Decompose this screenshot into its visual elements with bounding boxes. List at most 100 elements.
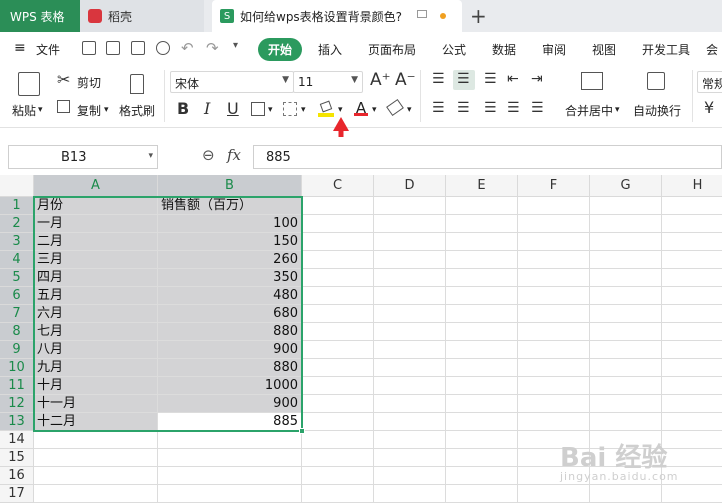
cell-d12[interactable]	[374, 395, 446, 413]
cell-e16[interactable]	[446, 467, 518, 485]
cell-e15[interactable]	[446, 449, 518, 467]
merge-center-icon[interactable]	[581, 72, 603, 90]
cell-f6[interactable]	[518, 287, 590, 305]
tab-more[interactable]: 会	[706, 41, 718, 58]
cell-e10[interactable]	[446, 359, 518, 377]
column-header-f[interactable]: F	[518, 175, 590, 197]
cell-c8[interactable]	[302, 323, 374, 341]
cell-e5[interactable]	[446, 269, 518, 287]
cell-a10[interactable]: 九月	[34, 359, 158, 377]
cell-g3[interactable]	[590, 233, 662, 251]
cell-h10[interactable]	[662, 359, 722, 377]
cell-e7[interactable]	[446, 305, 518, 323]
merge-center-button[interactable]: 合并居中	[565, 102, 613, 119]
cell-c7[interactable]	[302, 305, 374, 323]
cell-c16[interactable]	[302, 467, 374, 485]
font-color-dropdown-icon[interactable]: ▾	[372, 105, 377, 115]
column-header-b[interactable]: B	[158, 175, 302, 197]
cell-c9[interactable]	[302, 341, 374, 359]
column-header-a[interactable]: A	[34, 175, 158, 197]
font-color-icon[interactable]: A	[354, 99, 368, 117]
cell-c6[interactable]	[302, 287, 374, 305]
cut-button[interactable]: 剪切	[77, 74, 101, 91]
cell-c13[interactable]	[302, 413, 374, 431]
column-header-e[interactable]: E	[446, 175, 518, 197]
cell-b12[interactable]: 900	[158, 395, 302, 413]
cell-h12[interactable]	[662, 395, 722, 413]
cell-d14[interactable]	[374, 431, 446, 449]
cell-d6[interactable]	[374, 287, 446, 305]
row-header-5[interactable]: 5	[0, 269, 34, 287]
font-size-select[interactable]: 11 ▼	[293, 71, 363, 93]
redo-icon[interactable]: ↷	[206, 39, 219, 57]
decrease-indent-icon[interactable]: ⇤	[507, 71, 519, 87]
cell-d5[interactable]	[374, 269, 446, 287]
cell-c15[interactable]	[302, 449, 374, 467]
cell-a4[interactable]: 三月	[34, 251, 158, 269]
cell-b14[interactable]	[158, 431, 302, 449]
cell-a1[interactable]: 月份	[34, 197, 158, 215]
row-header-4[interactable]: 4	[0, 251, 34, 269]
wrap-text-icon[interactable]	[647, 72, 665, 90]
row-header-16[interactable]: 16	[0, 467, 34, 485]
cell-h3[interactable]	[662, 233, 722, 251]
distributed-icon[interactable]: ☰	[531, 100, 544, 116]
paste-dropdown-icon[interactable]: ▾	[38, 105, 43, 115]
copy-dropdown-icon[interactable]: ▾	[104, 105, 109, 115]
cell-b6[interactable]: 480	[158, 287, 302, 305]
cell-d15[interactable]	[374, 449, 446, 467]
cell-g12[interactable]	[590, 395, 662, 413]
cell-b10[interactable]: 880	[158, 359, 302, 377]
cell-d17[interactable]	[374, 485, 446, 503]
cell-c10[interactable]	[302, 359, 374, 377]
cell-h6[interactable]	[662, 287, 722, 305]
cell-style-icon[interactable]	[283, 102, 297, 116]
align-right-icon[interactable]: ☰	[484, 100, 497, 116]
cell-e14[interactable]	[446, 431, 518, 449]
column-header-c[interactable]: C	[302, 175, 374, 197]
row-header-7[interactable]: 7	[0, 305, 34, 323]
cell-g5[interactable]	[590, 269, 662, 287]
italic-icon[interactable]: I	[204, 101, 210, 117]
cell-a16[interactable]	[34, 467, 158, 485]
zoom-search-icon[interactable]: ⊖	[202, 146, 215, 164]
cell-d11[interactable]	[374, 377, 446, 395]
wrap-text-button[interactable]: 自动换行	[633, 102, 681, 119]
new-tab-plus-icon[interactable]: +	[470, 4, 487, 28]
cell-h17[interactable]	[662, 485, 722, 503]
cell-c11[interactable]	[302, 377, 374, 395]
row-header-3[interactable]: 3	[0, 233, 34, 251]
align-center-icon[interactable]: ☰	[457, 100, 470, 116]
cell-b7[interactable]: 680	[158, 305, 302, 323]
tab-insert[interactable]: 插入	[318, 41, 342, 58]
border-icon[interactable]	[251, 102, 265, 116]
cell-a3[interactable]: 二月	[34, 233, 158, 251]
cell-a7[interactable]: 六月	[34, 305, 158, 323]
tab-developer[interactable]: 开发工具	[642, 41, 690, 58]
cell-a15[interactable]	[34, 449, 158, 467]
tab-document[interactable]: S 如何给wps表格设置背景颜色?	[212, 0, 462, 32]
cell-g17[interactable]	[590, 485, 662, 503]
cell-f4[interactable]	[518, 251, 590, 269]
row-header-12[interactable]: 12	[0, 395, 34, 413]
cell-a14[interactable]	[34, 431, 158, 449]
cell-f17[interactable]	[518, 485, 590, 503]
copy-button[interactable]: 复制	[77, 102, 101, 119]
align-bottom-icon[interactable]: ☰	[484, 71, 497, 87]
cell-g6[interactable]	[590, 287, 662, 305]
cell-b17[interactable]	[158, 485, 302, 503]
column-header-d[interactable]: D	[374, 175, 446, 197]
cell-a12[interactable]: 十一月	[34, 395, 158, 413]
eraser-dropdown-icon[interactable]: ▾	[407, 105, 412, 115]
cell-a17[interactable]	[34, 485, 158, 503]
cell-h8[interactable]	[662, 323, 722, 341]
cell-g11[interactable]	[590, 377, 662, 395]
cell-f10[interactable]	[518, 359, 590, 377]
cell-h1[interactable]	[662, 197, 722, 215]
cell-f1[interactable]	[518, 197, 590, 215]
align-left-icon[interactable]: ☰	[432, 100, 445, 116]
cell-h9[interactable]	[662, 341, 722, 359]
menu-file[interactable]: 文件	[36, 41, 60, 58]
cell-b13[interactable]: 885	[158, 413, 302, 431]
currency-icon[interactable]: ¥	[704, 100, 714, 116]
